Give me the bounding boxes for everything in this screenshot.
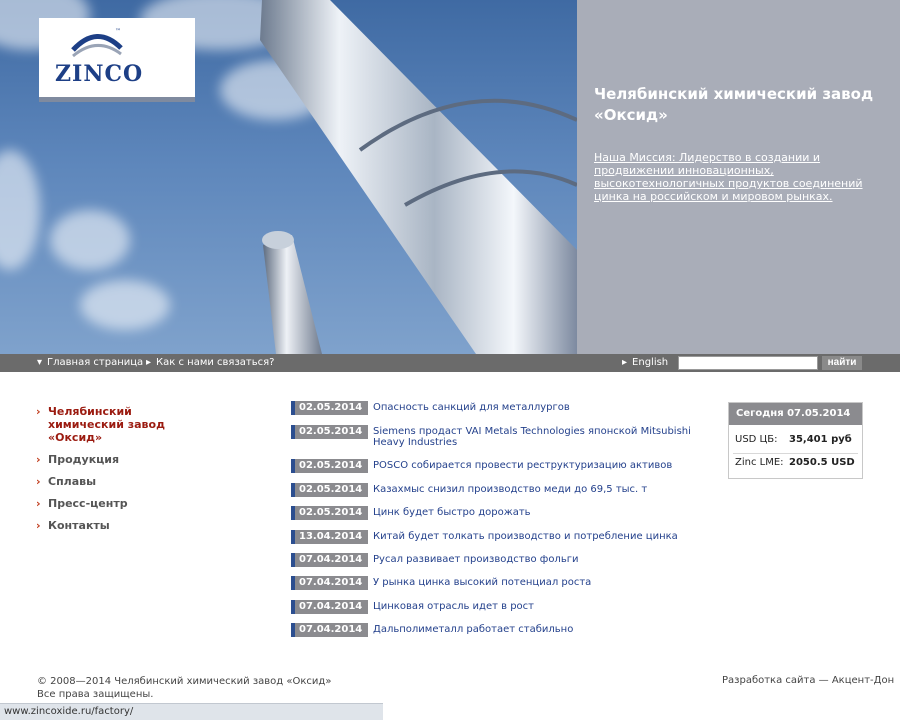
nav-home-link[interactable]: ▾ Главная страница	[37, 357, 143, 369]
nav-contact-label: Как с нами связаться?	[156, 357, 275, 368]
rates-header: Сегодня 07.05.2014	[729, 403, 862, 425]
news-date: 02.05.2014	[291, 425, 368, 439]
chevron-right-icon: ›	[36, 453, 41, 466]
news-headline-link[interactable]: Опасность санкций для металлургов	[373, 402, 703, 413]
nav-english-link[interactable]: ▸ English	[622, 357, 668, 369]
news-date: 02.05.2014	[291, 459, 368, 473]
menu-item-label: Пресс-центр	[48, 497, 128, 510]
nav-english-label: English	[632, 357, 669, 368]
news-date: 07.04.2014	[291, 623, 368, 637]
chevron-right-icon: ›	[36, 519, 41, 532]
triangle-right-icon: ▸	[622, 357, 628, 368]
footer-copyright-block: © 2008—2014 Челябинский химический завод…	[37, 675, 331, 701]
footer-copyright: © 2008—2014 Челябинский химический завод…	[37, 676, 332, 687]
news-headline-link[interactable]: Siemens продаст VAI Metals Technologies …	[373, 426, 703, 448]
hero: ™ ZINCO Челябинский химический завод «Ок…	[0, 0, 900, 354]
nav-contact-link[interactable]: ▸ Как с нами связаться?	[146, 357, 274, 369]
news-date: 02.05.2014	[291, 483, 368, 497]
browser-status-bar: www.zincoxide.ru/factory/	[0, 703, 383, 720]
footer-developer-link[interactable]: Разработка сайта — Акцент-Дон	[722, 675, 894, 686]
footer-rights: Все права защищены.	[37, 689, 154, 700]
left-menu: › Челябинский химический завод «Оксид» ›…	[36, 405, 196, 541]
menu-item-contacts[interactable]: › Контакты	[36, 519, 196, 532]
search-input[interactable]	[678, 356, 818, 370]
rate-label: Zinc LME:	[735, 457, 784, 468]
news-date: 07.04.2014	[291, 553, 368, 567]
logo-underline	[39, 97, 195, 102]
news-headline-link[interactable]: POSCO собирается провести реструктуризац…	[373, 460, 703, 471]
mission-link[interactable]: Наша Миссия: Лидерство в создании и прод…	[594, 151, 890, 203]
news-date: 13.04.2014	[291, 530, 368, 544]
logo-text: ZINCO	[55, 61, 144, 87]
menu-item-label: Челябинский химический завод «Оксид»	[48, 405, 165, 444]
menu-item-label: Продукция	[48, 453, 120, 466]
news-headline-link[interactable]: Цинковая отрасль идет в рост	[373, 601, 703, 612]
rate-value: 35,401 руб	[789, 434, 852, 445]
chevron-right-icon: ›	[36, 405, 41, 418]
menu-item-label: Сплавы	[48, 475, 97, 488]
menu-item-press-center[interactable]: › Пресс-центр	[36, 497, 196, 510]
news-date: 02.05.2014	[291, 401, 368, 415]
news-headline-link[interactable]: Дальполиметалл работает стабильно	[373, 624, 703, 635]
news-headline-link[interactable]: Китай будет толкать производство и потре…	[373, 531, 703, 542]
menu-item-alloys[interactable]: › Сплавы	[36, 475, 196, 488]
rate-value: 2050.5 USD	[789, 457, 855, 468]
exchange-rates-box: Сегодня 07.05.2014 USD ЦБ: 35,401 руб Zi…	[728, 402, 863, 479]
triangle-down-icon: ▾	[37, 357, 43, 368]
news-headline-link[interactable]: Казахмыс снизил производство меди до 69,…	[373, 484, 703, 495]
menu-item-label: Контакты	[48, 519, 110, 532]
search-button[interactable]: найти	[822, 356, 862, 370]
trademark-mark: ™	[115, 28, 121, 35]
news-headline-link[interactable]: Русал развивает производство фольги	[373, 554, 703, 565]
hero-side-panel: Челябинский химический завод «Оксид» Наш…	[577, 0, 900, 354]
news-date: 02.05.2014	[291, 506, 368, 520]
triangle-right-icon: ▸	[146, 357, 152, 368]
chevron-right-icon: ›	[36, 497, 41, 510]
nav-home-label: Главная страница	[47, 357, 144, 368]
news-headline-link[interactable]: У рынка цинка высокий потенциал роста	[373, 577, 703, 588]
hero-title: Челябинский химический завод «Оксид»	[594, 85, 874, 124]
rate-label: USD ЦБ:	[735, 434, 778, 445]
rate-row-usd: USD ЦБ: 35,401 руб	[733, 428, 858, 452]
chevron-right-icon: ›	[36, 475, 41, 488]
news-headline-link[interactable]: Цинк будет быстро дорожать	[373, 507, 703, 518]
news-date: 07.04.2014	[291, 576, 368, 590]
news-date: 07.04.2014	[291, 600, 368, 614]
zinco-logo[interactable]: ™ ZINCO	[39, 18, 195, 102]
rate-row-zinc: Zinc LME: 2050.5 USD	[733, 451, 858, 475]
menu-item-products[interactable]: › Продукция	[36, 453, 196, 466]
menu-item-factory[interactable]: › Челябинский химический завод «Оксид»	[36, 405, 196, 444]
